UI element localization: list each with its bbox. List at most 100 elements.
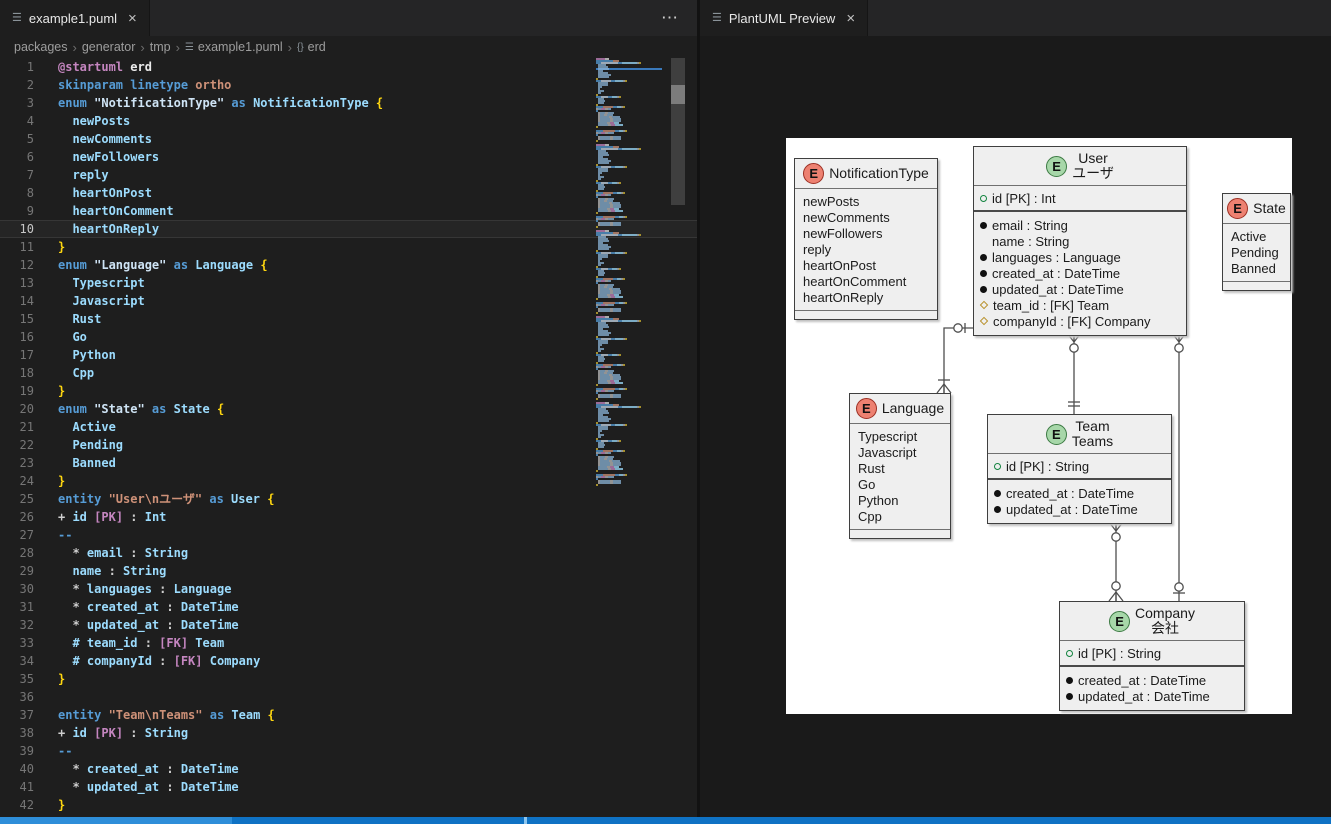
code-line[interactable]: 24} (0, 472, 697, 490)
code-line[interactable]: 20enum "State" as State { (0, 400, 697, 418)
code-line[interactable]: 9 heartOnComment (0, 202, 697, 220)
line-number[interactable]: 1 (0, 58, 58, 76)
line-number[interactable]: 18 (0, 364, 58, 382)
code-line[interactable]: 14 Javascript (0, 292, 697, 310)
close-icon[interactable]: × (846, 10, 855, 27)
line-number[interactable]: 21 (0, 418, 58, 436)
code-line[interactable]: 41 * updated_at : DateTime (0, 778, 697, 796)
line-number[interactable]: 39 (0, 742, 58, 760)
code-line[interactable]: 27-- (0, 526, 697, 544)
line-number[interactable]: 7 (0, 166, 58, 184)
code-editor[interactable]: 1@startuml erd2skinparam linetype ortho3… (0, 58, 697, 824)
tab-example1-puml[interactable]: ☰ example1.puml × (0, 0, 150, 36)
line-number[interactable]: 16 (0, 328, 58, 346)
code-line[interactable]: 40 * created_at : DateTime (0, 760, 697, 778)
code-line[interactable]: 29 name : String (0, 562, 697, 580)
code-line[interactable]: 4 newPosts (0, 112, 697, 130)
line-number[interactable]: 15 (0, 310, 58, 328)
code-line[interactable]: 31 * created_at : DateTime (0, 598, 697, 616)
line-number[interactable]: 11 (0, 238, 58, 256)
line-number[interactable]: 8 (0, 184, 58, 202)
entity-header: ELanguage (850, 394, 950, 424)
line-number[interactable]: 36 (0, 688, 58, 706)
breadcrumb-item-generator[interactable]: generator (82, 40, 136, 54)
code-line[interactable]: 22 Pending (0, 436, 697, 454)
line-number[interactable]: 17 (0, 346, 58, 364)
code-line[interactable]: 37entity "Team\nTeams" as Team { (0, 706, 697, 724)
line-number[interactable]: 2 (0, 76, 58, 94)
line-number[interactable]: 37 (0, 706, 58, 724)
line-number[interactable]: 6 (0, 148, 58, 166)
line-number[interactable]: 24 (0, 472, 58, 490)
line-number[interactable]: 38 (0, 724, 58, 742)
code-line[interactable]: 5 newComments (0, 130, 697, 148)
code-line[interactable]: 21 Active (0, 418, 697, 436)
more-actions-icon[interactable]: ⋯ (661, 8, 679, 28)
code-line[interactable]: 18 Cpp (0, 364, 697, 382)
line-number[interactable]: 32 (0, 616, 58, 634)
line-number[interactable]: 19 (0, 382, 58, 400)
code-line[interactable]: 12enum "Language" as Language { (0, 256, 697, 274)
line-number[interactable]: 12 (0, 256, 58, 274)
scrollbar-handle[interactable] (671, 85, 685, 104)
line-number[interactable]: 28 (0, 544, 58, 562)
code-line[interactable]: 25entity "User\nユーザ" as User { (0, 490, 697, 508)
close-icon[interactable]: × (128, 10, 137, 27)
code-line[interactable]: 7 reply (0, 166, 697, 184)
line-number[interactable]: 22 (0, 436, 58, 454)
code-line[interactable]: 1@startuml erd (0, 58, 697, 76)
code-line[interactable]: 13 Typescript (0, 274, 697, 292)
line-number[interactable]: 34 (0, 652, 58, 670)
code-line[interactable]: 15 Rust (0, 310, 697, 328)
code-line[interactable]: 42} (0, 796, 697, 814)
breadcrumb-item-packages[interactable]: packages (14, 40, 68, 54)
line-number[interactable]: 20 (0, 400, 58, 418)
line-number[interactable]: 41 (0, 778, 58, 796)
panel-divider[interactable] (697, 0, 700, 824)
code-line[interactable]: 28 * email : String (0, 544, 697, 562)
code-line[interactable]: 33 # team_id : [FK] Team (0, 634, 697, 652)
line-number[interactable]: 26 (0, 508, 58, 526)
line-number[interactable]: 14 (0, 292, 58, 310)
line-number[interactable]: 40 (0, 760, 58, 778)
line-number[interactable]: 5 (0, 130, 58, 148)
line-number[interactable]: 25 (0, 490, 58, 508)
code-line[interactable]: 36 (0, 688, 697, 706)
minimap[interactable] (596, 58, 662, 824)
code-line[interactable]: 35} (0, 670, 697, 688)
line-number[interactable]: 13 (0, 274, 58, 292)
tab-plantuml-preview[interactable]: ☰ PlantUML Preview × (700, 0, 868, 36)
breadcrumb-item-tmp[interactable]: tmp (150, 40, 171, 54)
line-number[interactable]: 23 (0, 454, 58, 472)
code-line[interactable]: 8 heartOnPost (0, 184, 697, 202)
code-line[interactable]: 3enum "NotificationType" as Notification… (0, 94, 697, 112)
code-line[interactable]: 32 * updated_at : DateTime (0, 616, 697, 634)
code-line[interactable]: 39-- (0, 742, 697, 760)
line-number[interactable]: 27 (0, 526, 58, 544)
line-number[interactable]: 33 (0, 634, 58, 652)
code-line[interactable]: 10 heartOnReply (0, 220, 697, 238)
code-line[interactable]: 23 Banned (0, 454, 697, 472)
line-number[interactable]: 35 (0, 670, 58, 688)
code-line[interactable]: 38+ id [PK] : String (0, 724, 697, 742)
code-line[interactable]: 34 # companyId : [FK] Company (0, 652, 697, 670)
line-number[interactable]: 9 (0, 202, 58, 220)
line-number[interactable]: 4 (0, 112, 58, 130)
line-number[interactable]: 31 (0, 598, 58, 616)
code-line[interactable]: 16 Go (0, 328, 697, 346)
code-line[interactable]: 6 newFollowers (0, 148, 697, 166)
breadcrumb-item-example1-puml[interactable]: ☰example1.puml (185, 40, 283, 54)
line-number[interactable]: 29 (0, 562, 58, 580)
breadcrumb-item-erd[interactable]: {}erd (297, 40, 326, 54)
editor-scrollbar[interactable] (671, 58, 685, 205)
line-number[interactable]: 10 (0, 220, 58, 238)
line-number[interactable]: 30 (0, 580, 58, 598)
code-line[interactable]: 2skinparam linetype ortho (0, 76, 697, 94)
line-number[interactable]: 3 (0, 94, 58, 112)
code-line[interactable]: 26+ id [PK] : Int (0, 508, 697, 526)
line-number[interactable]: 42 (0, 796, 58, 814)
code-line[interactable]: 30 * languages : Language (0, 580, 697, 598)
code-line[interactable]: 17 Python (0, 346, 697, 364)
code-line[interactable]: 11} (0, 238, 697, 256)
code-line[interactable]: 19} (0, 382, 697, 400)
